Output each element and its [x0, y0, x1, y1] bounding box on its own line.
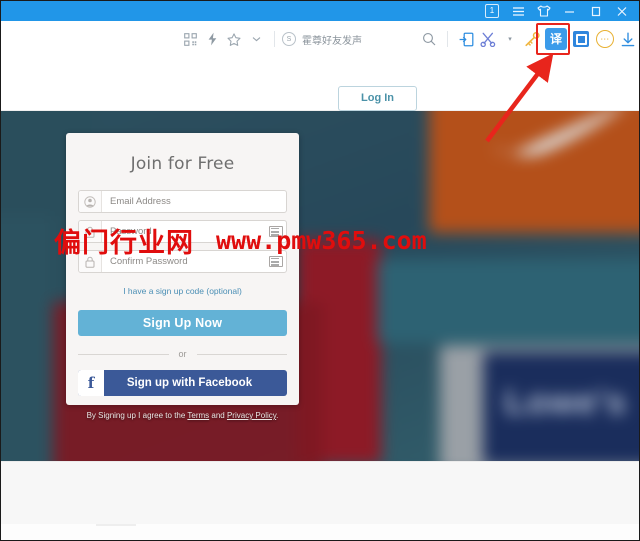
- favorites-dropdown-button[interactable]: [245, 26, 267, 52]
- confirm-password-field[interactable]: [78, 250, 287, 273]
- scissors-icon: [480, 32, 496, 47]
- sign-up-now-button[interactable]: Sign Up Now: [78, 310, 287, 336]
- maximize-button[interactable]: [583, 1, 609, 21]
- facebook-icon: f: [78, 370, 104, 396]
- account-login-icon: [459, 32, 473, 46]
- facebook-signup-button[interactable]: f Sign up with Facebook: [78, 370, 287, 396]
- maximize-icon: [591, 6, 601, 16]
- star-icon: [227, 32, 241, 46]
- news-headline-text: 霍尊好友发声: [302, 35, 362, 47]
- skin-button[interactable]: [531, 1, 557, 21]
- tshirt-icon: [537, 5, 551, 17]
- key-icon: [525, 31, 540, 46]
- toolbar-divider: [274, 31, 275, 47]
- password-field[interactable]: [78, 220, 287, 243]
- hamburger-icon: [512, 6, 524, 16]
- toolbar-divider-2: [447, 31, 448, 47]
- main-menu-button[interactable]: [505, 1, 531, 21]
- nike-swoosh-icon: [493, 111, 618, 156]
- lightning-icon: [208, 32, 216, 46]
- signup-title: Join for Free: [130, 154, 235, 174]
- divider-line-left: [78, 353, 169, 355]
- lock-icon: [79, 251, 102, 272]
- chevron-down-icon: ▾: [508, 35, 512, 43]
- browser-window: 1 S 霍尊好友发声 ▾ 译 ⋯ Log In Lowe's Join for …: [0, 0, 640, 541]
- terms-middle: and: [209, 411, 227, 420]
- translate-icon: 译: [545, 28, 567, 50]
- keyboard-glyph-icon: [269, 226, 283, 237]
- close-icon: [617, 6, 627, 16]
- more-icon: ⋯: [596, 30, 614, 48]
- nike-gift-card: [429, 111, 639, 234]
- window-split-button[interactable]: [569, 26, 593, 52]
- login-button[interactable]: Log In: [338, 86, 417, 111]
- minimize-button[interactable]: [557, 1, 583, 21]
- tab-count-button[interactable]: 1: [479, 1, 505, 21]
- screenshot-dropdown-button[interactable]: ▾: [499, 26, 521, 52]
- qrcode-button[interactable]: [179, 26, 201, 52]
- browser-toolbar: S 霍尊好友发声 ▾ 译 ⋯: [1, 21, 639, 57]
- terms-suffix: .: [276, 411, 279, 420]
- keyboard-glyph-icon: [269, 256, 283, 267]
- press-logo-strip: The PENNYHOARDER abc THE HUFFINGTON POST: [1, 461, 639, 524]
- user-glyph-icon: [84, 195, 96, 208]
- news-source-badge: S: [282, 32, 296, 46]
- signup-code-link[interactable]: I have a sign up code (optional): [78, 286, 287, 296]
- window-split-icon: [573, 31, 589, 47]
- divider-label: or: [178, 349, 187, 359]
- keyboard-icon[interactable]: [266, 226, 286, 237]
- lowes-wordmark: Lowe's: [504, 382, 627, 421]
- news-headline-link[interactable]: S 霍尊好友发声: [282, 32, 362, 47]
- chevron-down-icon: [252, 37, 260, 42]
- privacy-policy-link[interactable]: Privacy Policy: [227, 411, 276, 420]
- minimize-icon: [565, 11, 574, 13]
- close-button[interactable]: [609, 1, 635, 21]
- confirm-password-input[interactable]: [102, 251, 266, 272]
- lock-glyph-icon: [85, 256, 95, 268]
- signup-card: Join for Free Email Address Password Con…: [66, 133, 299, 405]
- or-divider: or: [78, 349, 288, 359]
- account-login-button[interactable]: [455, 26, 477, 52]
- downloads-button[interactable]: [617, 26, 639, 52]
- lightning-button[interactable]: [201, 26, 223, 52]
- password-manager-button[interactable]: [521, 26, 543, 52]
- user-icon: [79, 191, 102, 212]
- divider-line-right: [196, 353, 288, 355]
- title-bar: 1: [1, 1, 639, 21]
- search-icon: [423, 33, 436, 46]
- qrcode-icon: [183, 32, 197, 46]
- favorite-button[interactable]: [223, 26, 245, 52]
- email-input[interactable]: [102, 191, 286, 212]
- more-tools-button[interactable]: ⋯: [593, 26, 617, 52]
- keyboard-icon[interactable]: [266, 256, 286, 267]
- password-input[interactable]: [102, 221, 266, 242]
- facebook-button-label: Sign up with Facebook: [126, 377, 253, 389]
- teal-overlay-panel: [1, 215, 54, 461]
- download-icon: [621, 32, 635, 46]
- terms-link[interactable]: Terms: [187, 411, 209, 420]
- translate-button[interactable]: 译: [543, 26, 569, 52]
- lock-glyph-icon: [85, 226, 95, 238]
- lowes-gift-card: Lowe's: [483, 351, 639, 461]
- tab-count-label: 1: [485, 4, 499, 18]
- lock-icon: [79, 221, 102, 242]
- terms-notice: By Signing up I agree to the Terms and P…: [1, 411, 364, 420]
- search-button[interactable]: [418, 26, 440, 52]
- status-bar: [1, 522, 639, 540]
- terms-prefix: By Signing up I agree to the: [86, 411, 188, 420]
- email-field[interactable]: [78, 190, 287, 213]
- site-header: [1, 57, 639, 111]
- screenshot-button[interactable]: [477, 26, 499, 52]
- teal-gift-card: [377, 259, 639, 344]
